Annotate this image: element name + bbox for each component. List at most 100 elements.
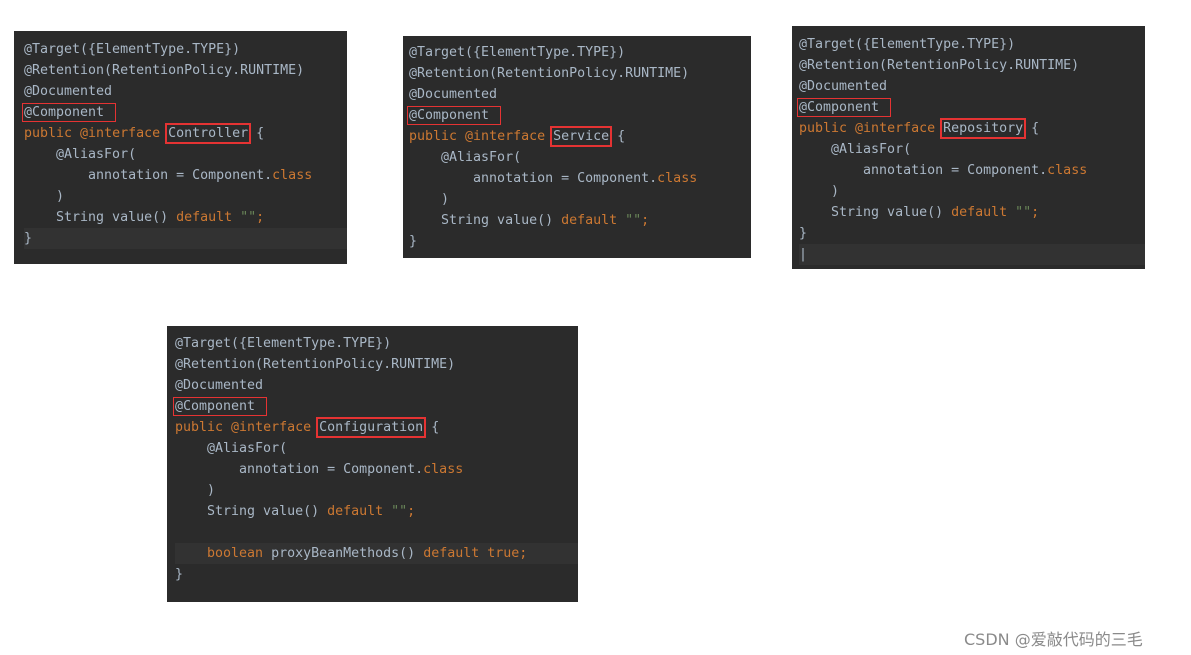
code-token: "" [1015,205,1032,220]
code-token: @Retention(RetentionPolicy.RUNTIME) [175,357,456,372]
code-line[interactable]: ) [409,189,751,210]
code-token: class [423,462,464,477]
code-token: @Retention(RetentionPolicy.RUNTIME) [24,63,305,78]
service-code-panel: @Target({ElementType.TYPE}) @Retention(Re… [403,36,751,258]
code-line[interactable]: @Target({ElementType.TYPE}) [799,34,1145,55]
code-token: public [409,129,466,144]
configuration-code-panel: @Target({ElementType.TYPE}) @Retention(Re… [167,326,578,602]
code-token: ; [641,213,650,228]
code-token: public [799,121,856,136]
code-line[interactable]: | [799,244,1145,265]
code-token: default [423,546,488,561]
code-line[interactable]: } [409,231,751,252]
code-token: ) [175,483,216,498]
code-line[interactable]: @Documented [24,81,347,102]
code-token: @interface [855,121,944,136]
code-line[interactable]: @Retention(RetentionPolicy.RUNTIME) [799,55,1145,76]
code-line[interactable]: @Component [796,97,1145,118]
code-line[interactable]: ) [799,181,1145,202]
code-token: @interface [80,126,169,141]
code-line[interactable]: @Component [406,105,751,126]
code-token: class [1047,163,1088,178]
code-line[interactable]: annotation = Component.class [175,459,578,480]
code-line[interactable]: public @interface Controller { [24,123,347,144]
code-token: @Target({ElementType.TYPE}) [799,37,1016,52]
code-line[interactable]: public @interface Repository { [799,118,1145,139]
code-token: annotation = Component. [799,163,1048,178]
code-line[interactable]: @Target({ElementType.TYPE}) [409,42,751,63]
code-line[interactable]: String value() default ""; [175,501,578,522]
code-line[interactable]: @Retention(RetentionPolicy.RUNTIME) [24,60,347,81]
code-token: ) [24,189,65,204]
code-token: @Documented [24,84,113,99]
code-line[interactable]: @Target({ElementType.TYPE}) [175,333,578,354]
code-line[interactable]: ) [24,186,347,207]
code-token: "" [240,210,257,225]
code-token: default [561,213,626,228]
code-token: "" [625,213,642,228]
code-line[interactable]: String value() default ""; [799,202,1145,223]
code-line[interactable]: @Retention(RetentionPolicy.RUNTIME) [409,63,751,84]
code-token: @AliasFor( [175,441,288,456]
code-line[interactable]: } [799,223,1145,244]
code-token: } [409,234,418,249]
code-token: @Retention(RetentionPolicy.RUNTIME) [799,58,1080,73]
code-line[interactable]: @Target({ElementType.TYPE}) [24,39,347,60]
code-line[interactable]: @AliasFor( [409,147,751,168]
code-token: public [175,420,232,435]
code-line[interactable]: annotation = Component.class [799,160,1145,181]
code-line[interactable]: annotation = Component.class [24,165,347,186]
code-token: } [24,231,33,246]
code-token: @Documented [409,87,498,102]
highlighted-token: @Component [796,98,892,117]
code-token: @Target({ElementType.TYPE}) [24,42,241,57]
code-token: @AliasFor( [799,142,912,157]
highlighted-token: @Component [21,103,117,122]
code-line[interactable]: @AliasFor( [24,144,347,165]
code-line[interactable]: } [24,228,347,249]
code-token: annotation = Component. [409,171,658,186]
code-token: String value() [175,504,328,519]
code-token: public [24,126,81,141]
code-line[interactable]: public @interface Service { [409,126,751,147]
code-line[interactable]: ) [175,480,578,501]
code-token: @Target({ElementType.TYPE}) [409,45,626,60]
code-line[interactable]: @AliasFor( [799,139,1145,160]
code-token: @Documented [175,378,264,393]
code-line[interactable]: @Documented [799,76,1145,97]
code-token: @AliasFor( [24,147,137,162]
code-line[interactable]: @AliasFor( [175,438,578,459]
highlighted-token: Controller [165,123,252,144]
code-line[interactable]: String value() default ""; [409,210,751,231]
code-line[interactable]: @Documented [409,84,751,105]
code-token: class [272,168,313,183]
code-token: { [1023,121,1040,136]
code-token: default [176,210,241,225]
code-token: "" [391,504,408,519]
code-token: ; [256,210,265,225]
code-token: annotation = Component. [24,168,273,183]
code-line[interactable]: @Component [21,102,347,123]
code-token: @Retention(RetentionPolicy.RUNTIME) [409,66,690,81]
code-line[interactable] [175,522,578,543]
code-line[interactable]: } [175,564,578,585]
code-token: { [248,126,265,141]
code-token: String value() [24,210,177,225]
code-token: annotation = Component. [175,462,424,477]
code-line[interactable]: boolean proxyBeanMethods() default true; [175,543,578,564]
code-token: proxyBeanMethods() [271,546,424,561]
highlighted-token: @Component [406,106,502,125]
code-line[interactable]: @Documented [175,375,578,396]
code-token: ; [1031,205,1040,220]
code-token: @AliasFor( [409,150,522,165]
code-token: String value() [799,205,952,220]
code-token: } [799,226,808,241]
controller-code-panel: @Target({ElementType.TYPE}) @Retention(Re… [14,31,347,264]
code-token: { [609,129,626,144]
code-line[interactable]: public @interface Configuration { [175,417,578,438]
code-line[interactable]: annotation = Component.class [409,168,751,189]
code-line[interactable]: @Retention(RetentionPolicy.RUNTIME) [175,354,578,375]
code-line[interactable]: String value() default ""; [24,207,347,228]
code-line[interactable]: @Component [172,396,578,417]
code-token: } [175,567,184,582]
